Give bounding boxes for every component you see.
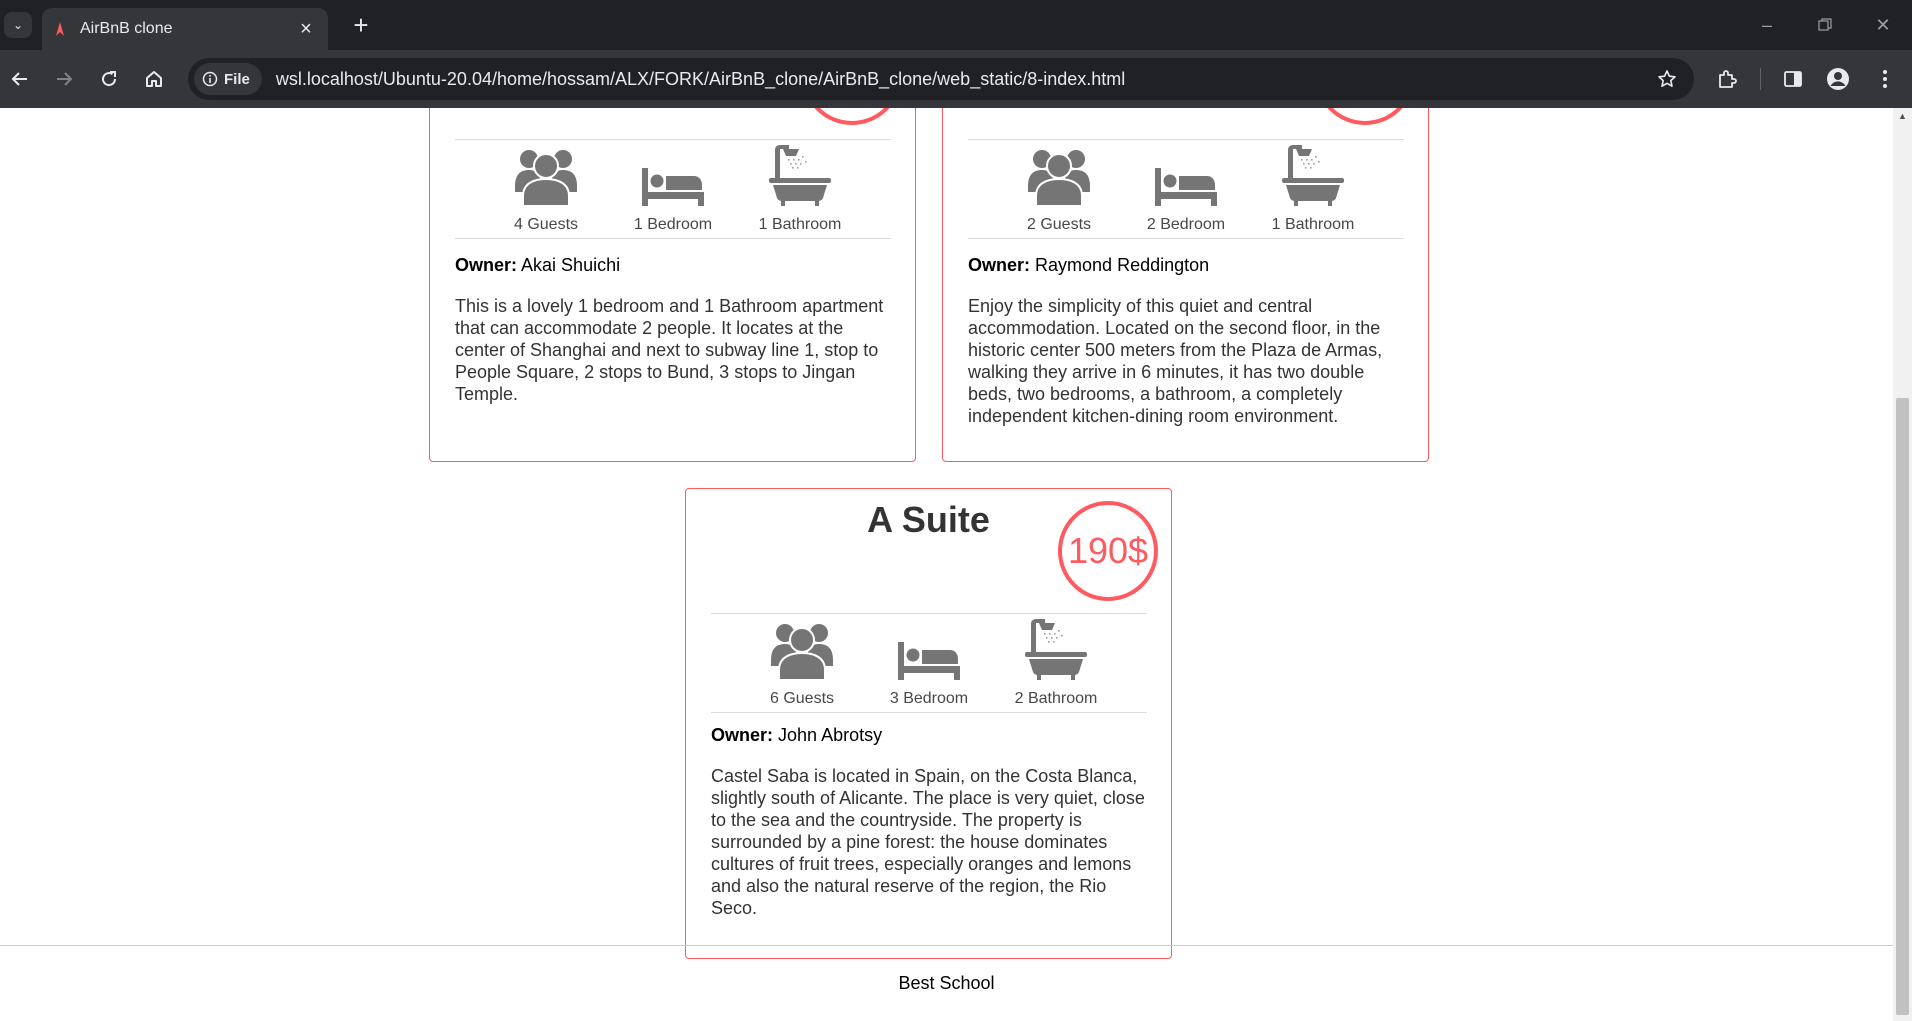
place-information: 4 Guests 1 Bedroom 1 Bathroom	[455, 139, 891, 239]
browser-tab[interactable]: AirBnB clone ×	[42, 8, 328, 50]
price-badge: 190$	[1058, 501, 1158, 601]
guests-label: 4 Guests	[513, 216, 579, 233]
guests-label: 2 Guests	[1026, 216, 1092, 233]
bed-icon	[1155, 140, 1217, 210]
place-card: 4 Guests 1 Bedroom 1 Bathroom Owner: Aka…	[429, 108, 916, 462]
guest-info: 4 Guests	[483, 140, 610, 238]
place-owner: Owner: Raymond Reddington	[968, 255, 1209, 276]
guest-info: 2 Guests	[996, 140, 1123, 238]
guests-icon	[515, 140, 577, 210]
bathroom-info: 1 Bathroom	[737, 140, 864, 238]
address-bar[interactable]: File wsl.localhost/Ubuntu-20.04/home/hos…	[188, 58, 1694, 100]
browser-toolbar: File wsl.localhost/Ubuntu-20.04/home/hos…	[0, 50, 1912, 108]
owner-name: Akai Shuichi	[521, 255, 621, 275]
price-badge	[802, 108, 902, 125]
place-information: 6 Guests 3 Bedroom 2 Bathroom	[711, 613, 1147, 713]
bedroom-info: 3 Bedroom	[866, 614, 993, 712]
owner-name: John Abrotsy	[778, 725, 883, 745]
bathroom-info: 1 Bathroom	[1250, 140, 1377, 238]
place-information: 2 Guests 2 Bedroom 1 Bathroom	[968, 139, 1404, 239]
bedrooms-label: 3 Bedroom	[889, 690, 969, 707]
footer-text: Best School	[898, 973, 995, 993]
window-close-icon[interactable]: ✕	[1868, 12, 1898, 38]
profile-icon[interactable]	[1823, 64, 1853, 94]
bath-icon	[769, 140, 831, 210]
toolbar-separator	[1760, 68, 1761, 90]
star-icon[interactable]	[1654, 69, 1680, 89]
restore-icon[interactable]	[1810, 12, 1840, 38]
place-description: Enjoy the simplicity of this quiet and c…	[968, 296, 1383, 426]
guests-icon	[1028, 140, 1090, 210]
menu-icon[interactable]	[1870, 64, 1900, 94]
bathrooms-label: 2 Bathroom	[1014, 690, 1098, 707]
tab-title: AirBnB clone	[80, 20, 173, 37]
tab-search-icon[interactable]: ⌄	[4, 12, 32, 38]
place-description: This is a lovely 1 bedroom and 1 Bathroo…	[455, 296, 884, 404]
forward-icon[interactable]	[49, 64, 79, 94]
owner-label: Owner:	[711, 725, 774, 745]
guests-label: 6 Guests	[769, 690, 835, 707]
bedrooms-label: 2 Bedroom	[1146, 216, 1226, 233]
back-icon[interactable]	[5, 64, 35, 94]
bedroom-info: 2 Bedroom	[1123, 140, 1250, 238]
owner-name: Raymond Reddington	[1035, 255, 1210, 275]
scrollbar-thumb[interactable]	[1896, 398, 1909, 1015]
vertical-scrollbar[interactable]: ▲	[1893, 108, 1912, 1021]
place-card: 2 Guests 2 Bedroom 1 Bathroom Owner: Ray…	[942, 108, 1429, 462]
scroll-up-arrow-icon[interactable]: ▲	[1893, 108, 1912, 124]
site-info-chip[interactable]: File	[194, 63, 262, 95]
bedroom-info: 1 Bedroom	[610, 140, 737, 238]
extensions-icon[interactable]	[1712, 64, 1742, 94]
place-description: Castel Saba is located in Spain, on the …	[711, 766, 1145, 918]
bathrooms-label: 1 Bathroom	[1271, 216, 1355, 233]
minimize-icon[interactable]: –	[1752, 12, 1782, 38]
plus-icon[interactable]: +	[346, 10, 376, 40]
site-chip-label: File	[224, 70, 250, 88]
info-icon	[202, 71, 218, 87]
bath-icon	[1025, 614, 1087, 684]
bath-icon	[1282, 140, 1344, 210]
reload-icon[interactable]	[94, 64, 124, 94]
bathroom-info: 2 Bathroom	[993, 614, 1120, 712]
bathrooms-label: 1 Bathroom	[758, 216, 842, 233]
close-icon[interactable]: ×	[296, 19, 316, 39]
bed-icon	[642, 140, 704, 210]
place-owner: Owner: Akai Shuichi	[455, 255, 620, 276]
guests-icon	[771, 614, 833, 684]
guest-info: 6 Guests	[739, 614, 866, 712]
favicon-icon	[56, 22, 64, 36]
price-badge	[1315, 108, 1415, 125]
home-icon[interactable]	[139, 64, 169, 94]
page-viewport: 4 Guests 1 Bedroom 1 Bathroom Owner: Aka…	[0, 108, 1893, 1021]
place-owner: Owner: John Abrotsy	[711, 725, 882, 746]
page-footer: Best School	[0, 945, 1893, 1021]
side-panel-icon[interactable]	[1778, 64, 1808, 94]
owner-label: Owner:	[968, 255, 1031, 275]
bedrooms-label: 1 Bedroom	[633, 216, 713, 233]
url-text[interactable]: wsl.localhost/Ubuntu-20.04/home/hossam/A…	[276, 69, 1654, 90]
tab-strip: ⌄ AirBnB clone × + – ✕	[0, 0, 1912, 50]
owner-label: Owner:	[455, 255, 518, 275]
place-card: A Suite 190$ 6 Guests 3 Bedroom 2 Bathro…	[685, 488, 1172, 959]
bed-icon	[898, 614, 960, 684]
